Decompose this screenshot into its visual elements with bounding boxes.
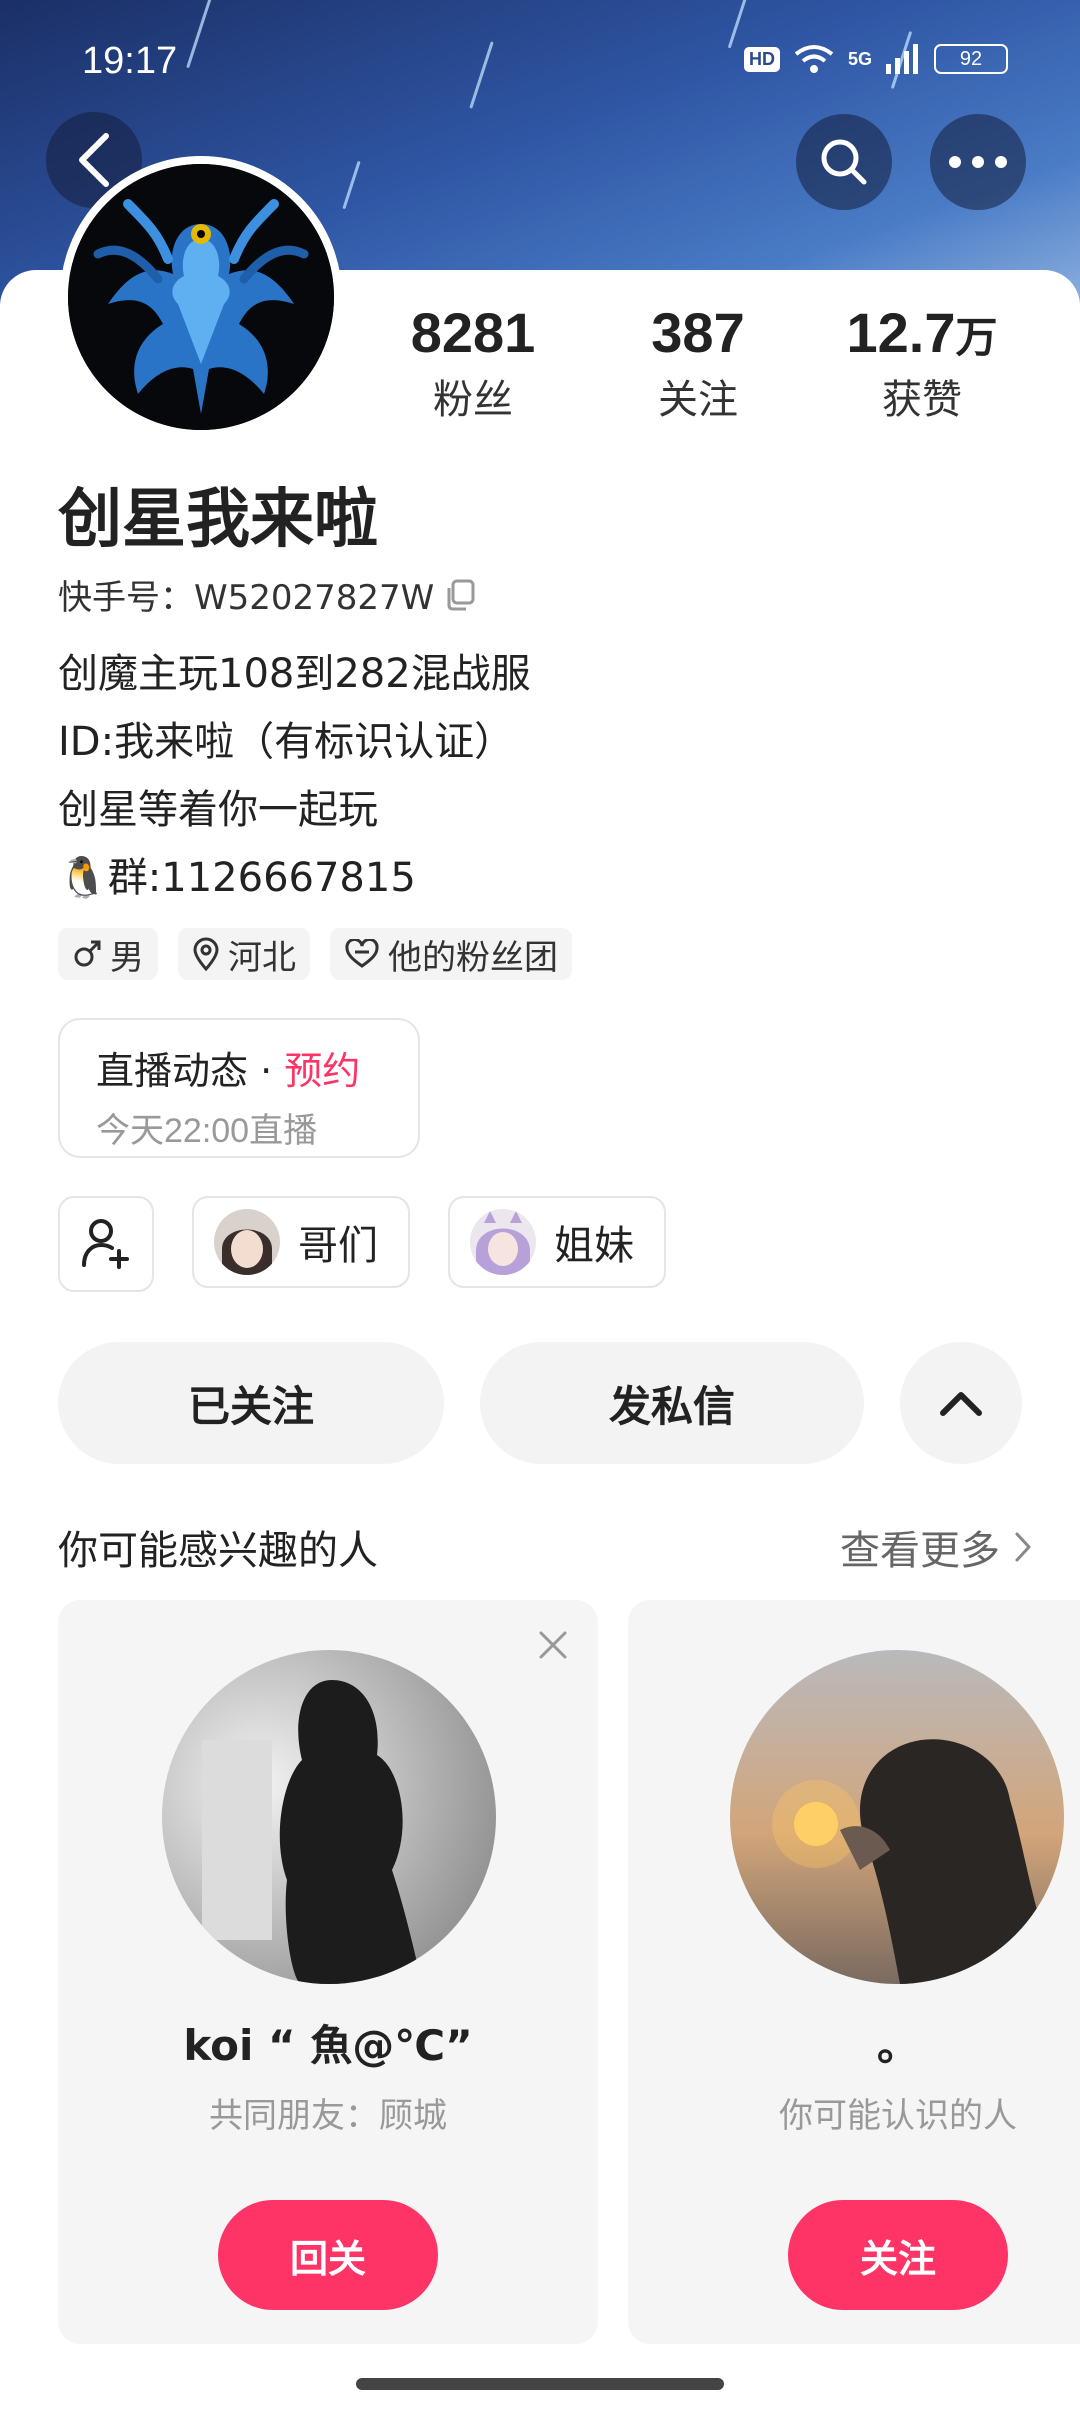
gender-label: 男 <box>110 937 144 978</box>
avatar[interactable] <box>60 156 342 438</box>
likes-count: 12.7 <box>846 301 956 364</box>
profile-tags: 男 河北 他的粉丝团 <box>58 928 572 980</box>
hd-badge: HD <box>743 46 780 72</box>
group-label-sisters: 姐妹 <box>554 1223 634 1269</box>
copy-icon[interactable] <box>444 578 478 612</box>
message-button[interactable]: 发私信 <box>480 1342 864 1464</box>
following-label: 关注 <box>658 377 738 423</box>
heart-badge-icon <box>345 939 379 968</box>
chevron-up-icon <box>940 1392 982 1416</box>
suggest-subtitle: 共同朋友：顾城 <box>209 2096 447 2136</box>
tag-gender: 男 <box>58 928 158 980</box>
group-avatar <box>470 1209 536 1275</box>
stat-following[interactable]: 387 关注 <box>598 300 798 425</box>
group-brothers[interactable]: 哥们 <box>192 1196 410 1288</box>
live-reserve-link[interactable]: 预约 <box>284 1049 360 1093</box>
profile-bio: 创魔主玩108到282混战服 ID:我来啦（有标识认证） 创星等着你一起玩 🐧群… <box>58 640 531 912</box>
live-time: 今天22:00直播 <box>96 1112 318 1150</box>
suggest-name: koi “ 魚@℃” <box>183 2021 473 2070</box>
suggest-avatar <box>730 1650 1064 1984</box>
profile-name: 创星我来啦 <box>58 483 378 557</box>
signal-icon <box>886 44 918 74</box>
likes-unit: 万 <box>955 313 998 362</box>
fans-count: 8281 <box>410 301 536 364</box>
wifi-icon <box>794 45 834 73</box>
stat-likes[interactable]: 12.7万 获赞 <box>822 300 1022 425</box>
add-person-icon <box>82 1219 129 1269</box>
add-friend-button[interactable] <box>58 1196 154 1292</box>
collapse-button[interactable] <box>900 1342 1022 1464</box>
fan-club-label: 他的粉丝团 <box>388 937 558 978</box>
stat-fans[interactable]: 8281 粉丝 <box>373 300 573 425</box>
see-more-label: 查看更多 <box>840 1528 1000 1574</box>
live-title: 直播动态 · <box>96 1049 285 1093</box>
kuaishou-id: 快手号：W52027827W <box>58 578 435 618</box>
search-button[interactable] <box>796 114 892 210</box>
close-icon[interactable] <box>538 1630 568 1660</box>
location-pin-icon <box>193 937 219 971</box>
group-label-brothers: 哥们 <box>298 1223 378 1269</box>
bio-line: 创魔主玩108到282混战服 <box>58 651 531 697</box>
suggest-card[interactable]: koi “ 魚@℃” 共同朋友：顾城 回关 <box>58 1600 598 2344</box>
status-time: 19:17 <box>82 40 178 82</box>
chevron-right-icon <box>1015 1532 1031 1562</box>
likes-label: 获赞 <box>882 377 962 423</box>
group-avatar <box>214 1209 280 1275</box>
status-icons: HD 5G 92 <box>743 44 1008 74</box>
battery-indicator: 92 <box>934 44 1008 74</box>
see-more-link[interactable]: 查看更多 <box>840 1518 1032 1576</box>
location-label: 河北 <box>228 937 296 978</box>
follow-button[interactable]: 关注 <box>788 2200 1008 2310</box>
fans-label: 粉丝 <box>433 377 513 423</box>
more-button[interactable] <box>930 114 1026 210</box>
bio-line: ID:我来啦（有标识认证） <box>58 719 515 765</box>
followed-button[interactable]: 已关注 <box>58 1342 444 1464</box>
home-indicator[interactable] <box>356 2378 724 2390</box>
chevron-left-icon <box>79 133 109 187</box>
suggest-card[interactable]: 。 你可能认识的人 关注 <box>628 1600 1080 2344</box>
suggest-title: 你可能感兴趣的人 <box>58 1528 378 1574</box>
following-count: 387 <box>651 301 745 364</box>
tag-fan-club[interactable]: 他的粉丝团 <box>330 928 572 980</box>
follow-back-button[interactable]: 回关 <box>218 2200 438 2310</box>
suggest-subtitle: 你可能认识的人 <box>779 2096 1017 2136</box>
bio-line: 创星等着你一起玩 <box>58 787 378 833</box>
creature-avatar-image <box>68 164 334 430</box>
kuaishou-id-row: 快手号：W52027827W <box>58 570 478 619</box>
more-dots-icon <box>949 156 1007 168</box>
network-label: 5G <box>847 48 872 69</box>
bio-line: 🐧群:1126667815 <box>58 855 416 901</box>
group-sisters[interactable]: 姐妹 <box>448 1196 666 1288</box>
suggest-avatar <box>162 1650 496 1984</box>
male-icon <box>74 940 101 967</box>
suggest-name: 。 <box>876 2021 919 2070</box>
tag-location: 河北 <box>178 928 310 980</box>
live-reservation-card[interactable]: 直播动态 · 预约 今天22:00直播 <box>58 1018 420 1158</box>
search-icon <box>821 139 867 185</box>
